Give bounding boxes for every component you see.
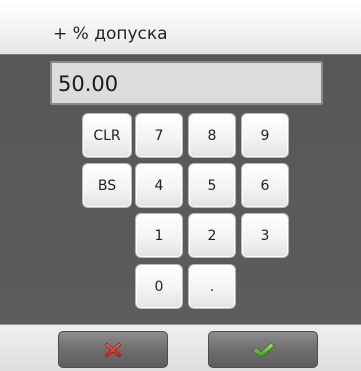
- keypad-area: 50.00 CLR 7 8 9 BS 4 5 6 1 2 3 0 .: [0, 55, 361, 324]
- cancel-button[interactable]: [58, 331, 168, 368]
- key-decimal[interactable]: .: [188, 264, 236, 309]
- key-3[interactable]: 3: [241, 213, 289, 258]
- value-text: 50.00: [58, 72, 119, 96]
- numeric-entry-dialog: + % допуска 50.00 CLR 7 8 9 BS 4 5 6 1 2…: [0, 0, 361, 371]
- key-8[interactable]: 8: [188, 113, 236, 158]
- key-9[interactable]: 9: [241, 113, 289, 158]
- title-bar: + % допуска: [0, 0, 361, 55]
- value-input[interactable]: 50.00: [50, 61, 323, 105]
- key-7[interactable]: 7: [135, 113, 183, 158]
- key-5[interactable]: 5: [188, 163, 236, 208]
- dialog-title: + % допуска: [53, 24, 168, 44]
- key-bs[interactable]: BS: [82, 163, 132, 208]
- x-icon: [103, 340, 123, 360]
- key-6[interactable]: 6: [241, 163, 289, 208]
- key-0[interactable]: 0: [135, 264, 183, 309]
- key-clr[interactable]: CLR: [82, 113, 132, 158]
- key-1[interactable]: 1: [135, 213, 183, 258]
- confirm-button[interactable]: [208, 331, 318, 368]
- checkmark-icon: [251, 340, 275, 360]
- key-4[interactable]: 4: [135, 163, 183, 208]
- key-2[interactable]: 2: [188, 213, 236, 258]
- footer-bar: [0, 324, 361, 371]
